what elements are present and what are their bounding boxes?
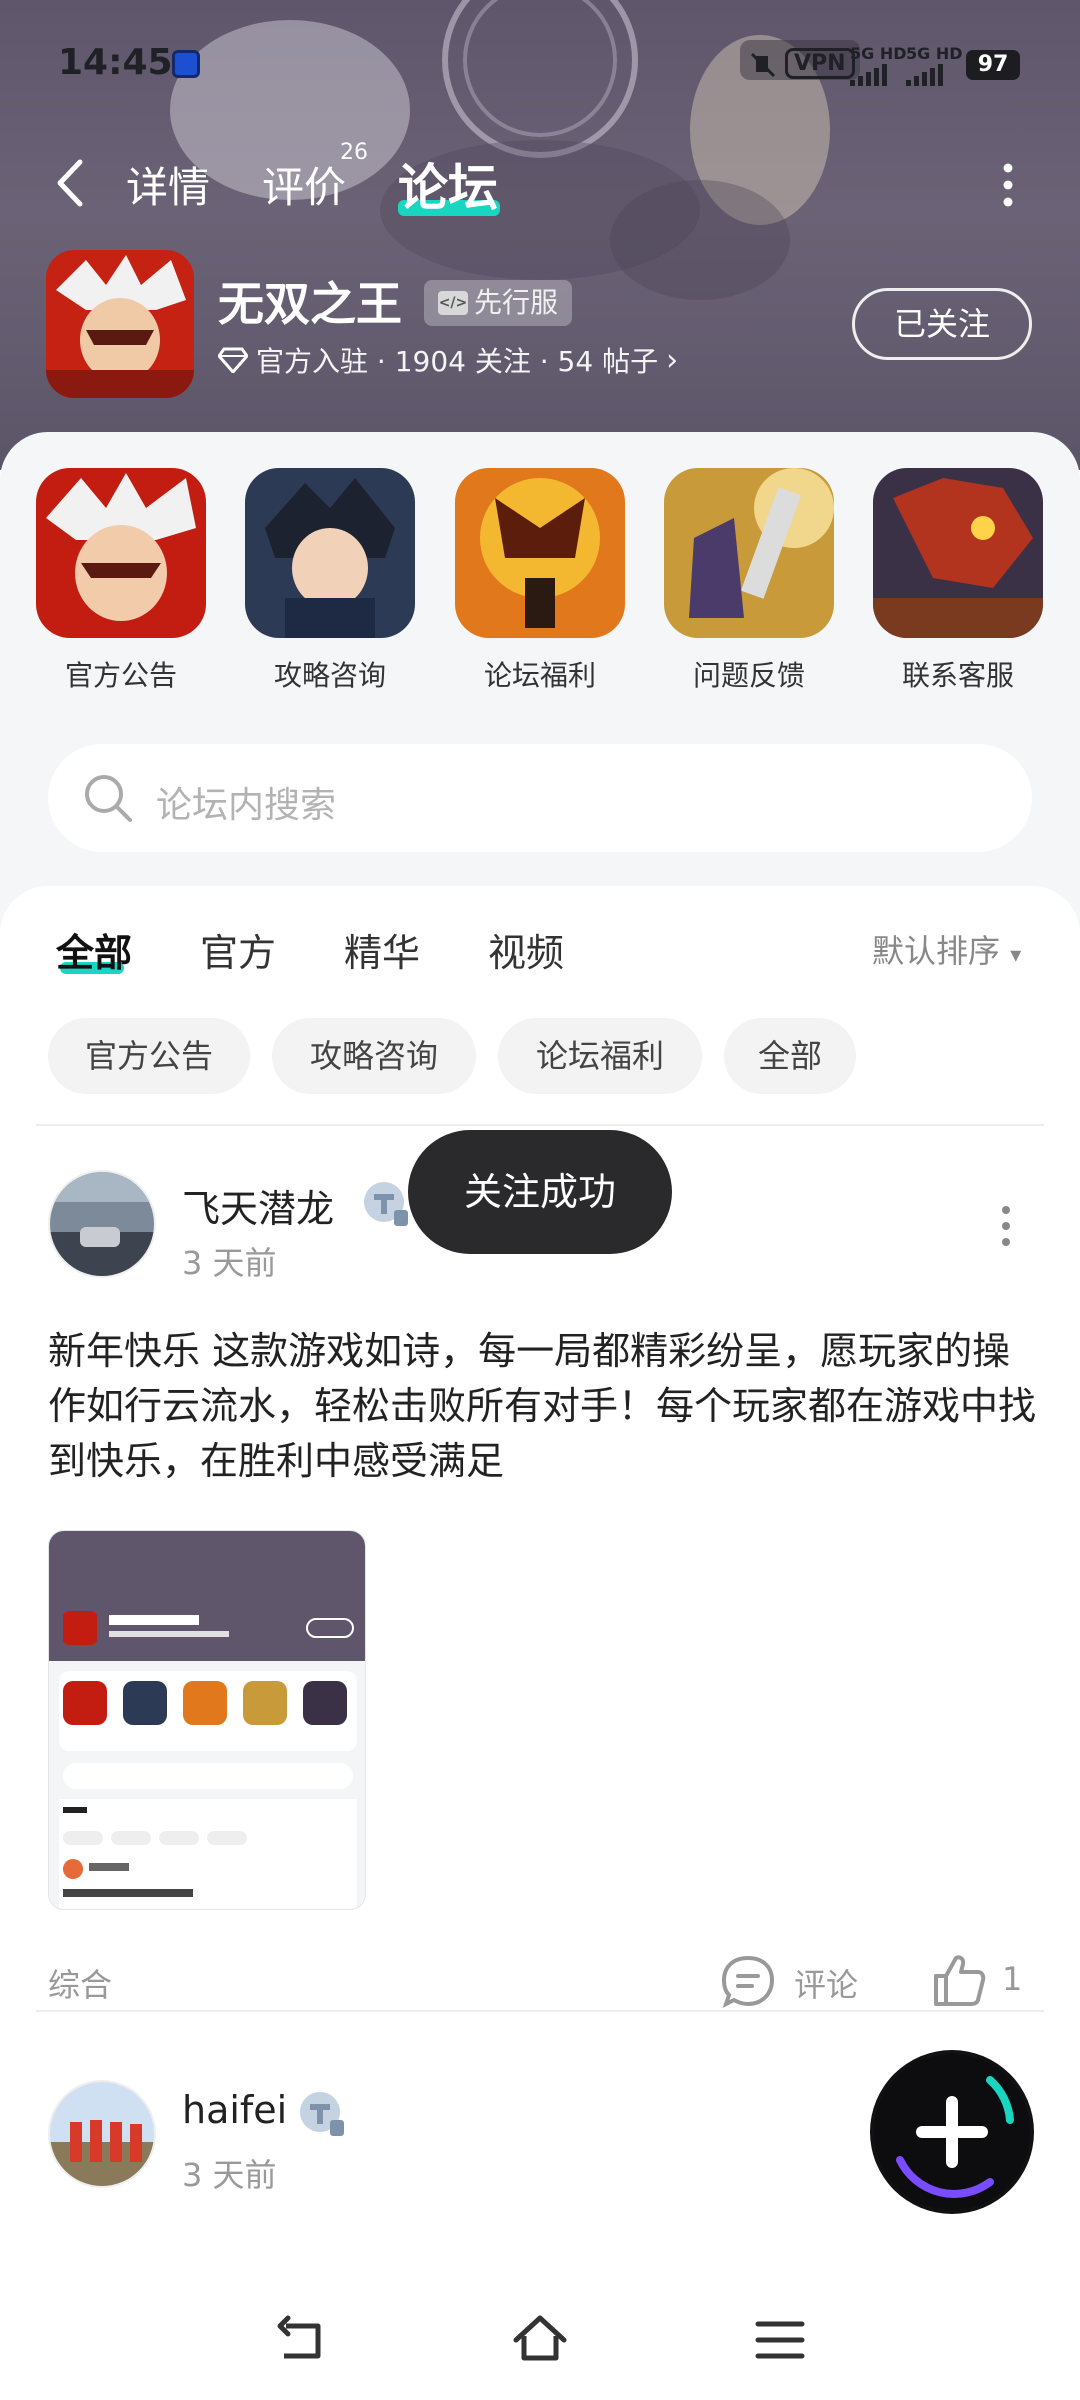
quick-link-label: 官方公告 xyxy=(64,659,177,692)
user-level-icon xyxy=(364,1182,408,1226)
comment-icon[interactable] xyxy=(718,1952,778,2012)
tab-details[interactable]: 详情 xyxy=(126,154,210,215)
chip-benefits[interactable]: 论坛福利 xyxy=(498,1018,702,1094)
avatar[interactable] xyxy=(48,1170,156,1278)
code-icon: </> xyxy=(438,291,468,315)
quick-link-guides[interactable]: 攻略咨询 xyxy=(245,468,415,694)
more-options-icon[interactable] xyxy=(1000,160,1016,210)
signal-icon-2 xyxy=(906,64,943,86)
reviews-count-badge: 26 xyxy=(340,140,368,165)
diamond-verified-icon xyxy=(218,347,248,373)
avatar[interactable] xyxy=(48,2080,156,2188)
post-more-icon[interactable] xyxy=(1000,1204,1012,1248)
quick-link-label: 联系客服 xyxy=(901,659,1014,692)
status-bar: 14:45 VPN 5G HD 5G HD 97 xyxy=(0,0,1080,130)
chevron-right-icon: › xyxy=(666,342,679,378)
divider xyxy=(36,2010,1044,2012)
post-time: 3 天前 xyxy=(182,1244,277,1282)
feed-tabs: 全部 官方 精华 视频 默认排序 ▾ xyxy=(0,922,1080,1002)
system-nav-bar xyxy=(0,2270,1080,2400)
mute-icon xyxy=(750,52,776,78)
chip-announcements[interactable]: 官方公告 xyxy=(48,1018,250,1094)
feed-tab-official[interactable]: 官方 xyxy=(200,922,276,977)
signal-label-2: 5G HD xyxy=(906,44,963,63)
divider xyxy=(36,1124,1044,1126)
quick-link-feedback[interactable]: 问题反馈 xyxy=(664,468,834,694)
post-footer: 综合 评论 1 xyxy=(0,1946,1080,2016)
like-count: 1 xyxy=(1002,1960,1023,1998)
tab-forum[interactable]: 论坛 xyxy=(398,148,498,220)
quick-link-label: 论坛福利 xyxy=(483,659,596,692)
post-author[interactable]: haifei xyxy=(182,2088,287,2132)
game-icon[interactable] xyxy=(46,250,194,398)
status-time: 14:45 xyxy=(58,42,173,83)
game-header: 14:45 VPN 5G HD 5G HD 97 详情 评价 26 论坛 无双之… xyxy=(0,0,1080,470)
back-arrow-icon[interactable] xyxy=(50,156,90,210)
caret-down-icon: ▾ xyxy=(1010,943,1022,968)
home-icon[interactable] xyxy=(510,2310,570,2370)
quick-links: 官方公告 攻略咨询 论坛福利 问题反馈 联系客服 xyxy=(0,468,1080,698)
search-placeholder: 论坛内搜索 xyxy=(156,785,337,826)
post-time: 3 天前 xyxy=(182,2156,277,2194)
user-level-icon xyxy=(300,2092,344,2136)
pre-release-label: 先行服 xyxy=(474,286,559,319)
follow-button[interactable]: 已关注 xyxy=(852,288,1032,360)
menu-icon[interactable] xyxy=(750,2310,810,2370)
vpn-indicator: VPN xyxy=(785,48,855,79)
comment-label[interactable]: 评论 xyxy=(794,1960,858,2006)
feed-tab-video[interactable]: 视频 xyxy=(488,922,564,977)
game-meta[interactable]: 官方入驻 · 1904 关注 · 54 帖子 › xyxy=(218,340,678,380)
quick-link-support[interactable]: 联系客服 xyxy=(873,468,1043,694)
pre-release-badge: </> 先行服 xyxy=(424,280,573,326)
sort-label: 默认排序 xyxy=(872,932,1001,970)
quick-link-label: 攻略咨询 xyxy=(273,659,386,692)
post-author[interactable]: 飞天潜龙 xyxy=(182,1178,334,1233)
toast-message: 关注成功 xyxy=(408,1130,672,1254)
feed-tab-featured[interactable]: 精华 xyxy=(344,922,420,977)
top-nav: 详情 评价 26 论坛 xyxy=(0,140,1080,230)
tab-reviews[interactable]: 评价 xyxy=(262,154,346,215)
signal-label-1: 5G HD xyxy=(850,44,907,63)
thumbs-up-icon[interactable] xyxy=(928,1950,988,2010)
sort-dropdown[interactable]: 默认排序 ▾ xyxy=(872,926,1021,972)
feed-tab-all[interactable]: 全部 xyxy=(56,922,132,977)
game-meta-text: 官方入驻 · 1904 关注 · 54 帖子 xyxy=(256,345,659,378)
quick-link-announcements[interactable]: 官方公告 xyxy=(36,468,206,694)
plus-icon xyxy=(874,2054,1030,2210)
notification-app-icon xyxy=(172,50,200,78)
battery-indicator: 97 xyxy=(966,50,1020,80)
forum-search-bar[interactable]: 论坛内搜索 xyxy=(48,744,1032,852)
post-body[interactable]: 新年快乐 这款游戏如诗，每一局都精彩纷呈，愿玩家的操作如行云流水，轻松击败所有对… xyxy=(48,1324,1038,1489)
back-gesture-icon[interactable] xyxy=(270,2310,330,2370)
post-image-thumbnail[interactable] xyxy=(48,1530,366,1910)
new-post-button[interactable] xyxy=(870,2050,1034,2214)
signal-icon-1 xyxy=(850,64,887,86)
quick-link-benefits[interactable]: 论坛福利 xyxy=(455,468,625,694)
search-icon xyxy=(85,775,132,822)
post-category[interactable]: 综合 xyxy=(48,1960,112,2006)
quick-link-label: 问题反馈 xyxy=(692,659,805,692)
category-chips: 官方公告 攻略咨询 论坛福利 全部 xyxy=(0,1018,1080,1098)
chip-guides[interactable]: 攻略咨询 xyxy=(272,1018,476,1094)
chip-all[interactable]: 全部 xyxy=(724,1018,856,1094)
game-title: 无双之王 xyxy=(218,277,402,331)
